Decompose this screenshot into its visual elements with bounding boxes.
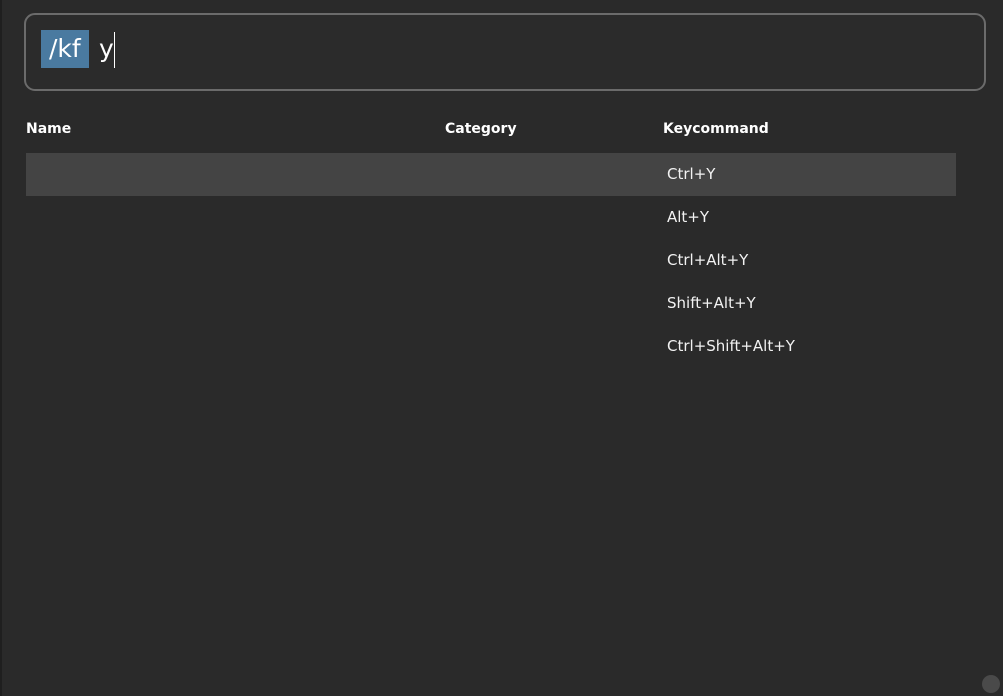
resize-grip-icon[interactable] — [982, 675, 1000, 693]
result-keycommand: Ctrl+Shift+Alt+Y — [667, 337, 795, 355]
results-list: Ctrl+Y Alt+Y Ctrl+Alt+Y Shift+Alt+Y Ctrl… — [26, 153, 956, 368]
result-row[interactable]: Shift+Alt+Y — [26, 282, 956, 325]
search-query[interactable]: y — [99, 30, 115, 68]
search-input[interactable]: /kf y — [24, 13, 986, 91]
result-row[interactable]: Alt+Y — [26, 196, 956, 239]
result-row[interactable]: Ctrl+Shift+Alt+Y — [26, 325, 956, 368]
column-header-name[interactable]: Name — [26, 121, 71, 137]
result-keycommand: Shift+Alt+Y — [667, 294, 756, 312]
result-row[interactable]: Ctrl+Alt+Y — [26, 239, 956, 282]
results-header: Name Category Keycommand — [2, 121, 1003, 141]
result-keycommand: Ctrl+Y — [667, 165, 716, 183]
result-keycommand: Alt+Y — [667, 208, 710, 226]
text-caret — [113, 32, 115, 68]
search-query-text: y — [99, 34, 114, 63]
column-header-category[interactable]: Category — [445, 121, 517, 137]
result-row[interactable]: Ctrl+Y — [26, 153, 956, 196]
column-header-keycommand[interactable]: Keycommand — [663, 121, 769, 137]
command-palette-window: /kf y Name Category Keycommand Ctrl+Y Al… — [0, 0, 1003, 696]
search-mode-token: /kf — [41, 30, 89, 68]
result-keycommand: Ctrl+Alt+Y — [667, 251, 749, 269]
